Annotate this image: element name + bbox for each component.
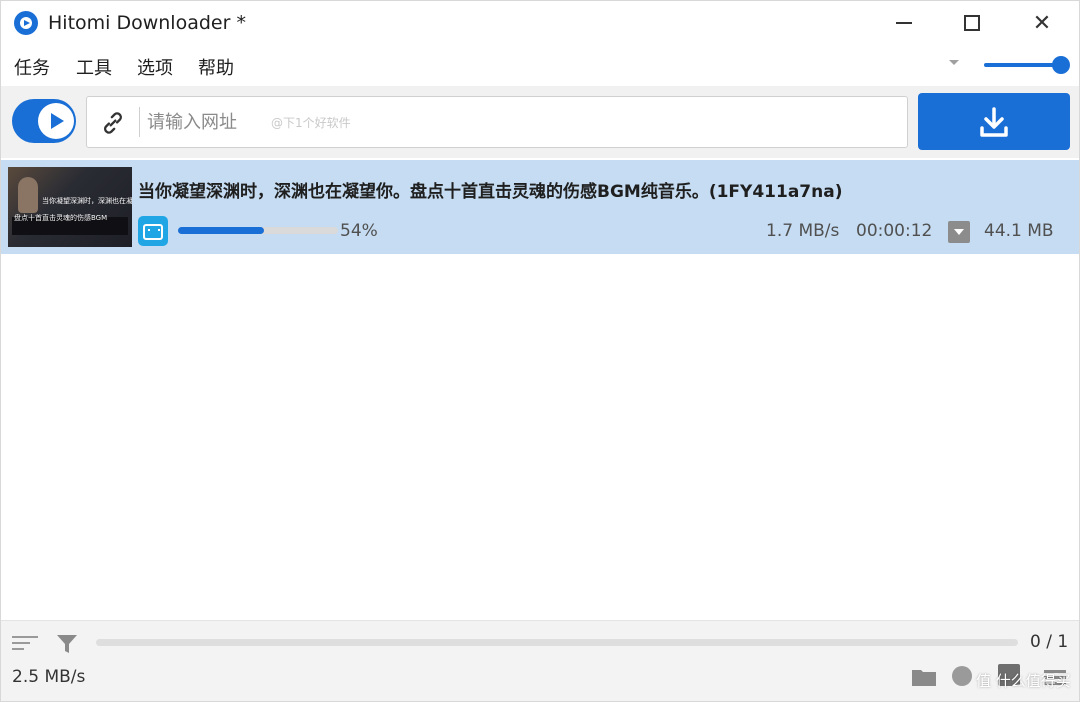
thumbnail-caption-2: 盘点十首直击灵魂的伤感BGM (14, 214, 108, 222)
task-size: 44.1 MB (984, 221, 1054, 241)
bilibili-icon (138, 216, 168, 246)
progress-label: 54% (340, 221, 378, 241)
url-bar: @下1个好软件 (86, 96, 908, 148)
sort-icon[interactable] (12, 633, 38, 653)
url-divider (139, 107, 140, 137)
progress-fill (178, 227, 265, 234)
link-icon (104, 112, 122, 134)
task-eta: 00:00:12 (856, 221, 933, 241)
menu-help[interactable]: 帮助 (198, 54, 234, 80)
info-icon[interactable] (952, 666, 972, 686)
thumbnail-figure (18, 177, 38, 213)
play-icon (38, 103, 74, 139)
progress-bar (178, 227, 338, 234)
chevron-down-icon[interactable] (949, 60, 959, 65)
folder-icon[interactable] (912, 668, 936, 686)
menu-options[interactable]: 选项 (137, 54, 173, 80)
close-button[interactable]: ✕ (1012, 0, 1072, 46)
title-bar: Hitomi Downloader * ✕ (0, 0, 1080, 46)
video-thumbnail: 当你凝望深渊时，深渊也在凝望 盘点十首直击灵魂的伤感BGM (8, 167, 132, 247)
maximize-icon (964, 15, 980, 31)
app-logo-icon (14, 11, 38, 35)
thumbnail-caption: 当你凝望深渊时，深渊也在凝望 (42, 197, 132, 205)
task-count: 0 / 1 (1030, 632, 1069, 652)
menu-tools[interactable]: 工具 (76, 54, 112, 80)
speed-slider[interactable] (984, 63, 1062, 67)
download-icon (980, 106, 1008, 137)
window-title: Hitomi Downloader * (48, 12, 246, 34)
save-icon (948, 221, 970, 243)
menu-bar: 任务 工具 选项 帮助 (0, 50, 1080, 82)
url-watermark: @下1个好软件 (271, 116, 351, 130)
url-input[interactable] (147, 105, 887, 139)
minimize-button[interactable] (874, 0, 934, 46)
maximize-button[interactable] (942, 0, 1002, 46)
horizontal-scrollbar[interactable] (96, 639, 1018, 646)
clipboard-toggle[interactable] (12, 99, 76, 143)
total-speed: 2.5 MB/s (12, 667, 86, 687)
speed-slider-handle[interactable] (1052, 56, 1070, 74)
task-title: 当你凝望深渊时，深渊也在凝望你。盘点十首直击灵魂的伤感BGM纯音乐。(1FY41… (138, 182, 843, 202)
filter-icon[interactable] (56, 633, 78, 655)
download-button[interactable] (918, 93, 1070, 150)
watermark-text: 值 什么值得买 (976, 672, 1071, 690)
minimize-icon (896, 22, 912, 24)
status-bar (0, 620, 1080, 702)
menu-tasks[interactable]: 任务 (14, 54, 50, 80)
task-speed: 1.7 MB/s (766, 221, 840, 241)
task-row[interactable]: 当你凝望深渊时，深渊也在凝望 盘点十首直击灵魂的伤感BGM 当你凝望深渊时，深渊… (0, 160, 1080, 254)
